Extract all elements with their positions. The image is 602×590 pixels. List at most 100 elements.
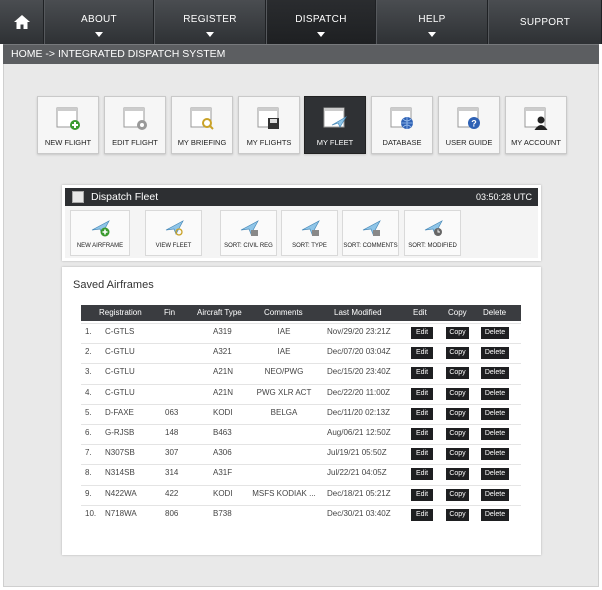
copy-button[interactable]: Copy (446, 407, 469, 420)
tile-label: DATABASE (382, 138, 422, 147)
fleet-plane-icon (323, 107, 347, 128)
tile-edit-flight[interactable]: EDIT FLIGHT (104, 96, 166, 154)
view-fleet-button[interactable]: VIEW FLEET (145, 210, 202, 256)
last-modified-cell: Dec/18/21 05:21Z (327, 488, 391, 498)
last-modified-cell: Aug/06/21 12:50Z (327, 428, 391, 437)
tile-label: EDIT FLIGHT (112, 138, 158, 147)
save-disk-icon (257, 107, 279, 129)
edit-button[interactable]: Edit (411, 347, 433, 360)
table-row: 10. N718WA 806 B738 Dec/30/21 03:40Z Edit Copy… (81, 504, 521, 523)
panel-title: Dispatch Fleet (91, 191, 159, 203)
nav-help[interactable]: HELP (376, 0, 488, 44)
tile-label: USER GUIDE (445, 138, 493, 147)
aircraft-type-cell: KODI (213, 407, 233, 417)
delete-button[interactable]: Delete (481, 448, 509, 461)
aircraft-type-cell: A306 (213, 448, 232, 458)
copy-button[interactable]: Copy (446, 367, 469, 380)
sort-comments-button[interactable]: SORT: COMMENTS (342, 210, 399, 256)
table-row: 7. N307SB 307 A306 Jul/19/21 05:50Z Edit Copy D… (81, 444, 521, 463)
copy-button[interactable]: Copy (446, 448, 469, 461)
edit-button[interactable]: Edit (411, 407, 433, 420)
row-number: 4. (85, 387, 92, 397)
tile-my-briefing[interactable]: MY BRIEFING (171, 96, 233, 154)
edit-button[interactable]: Edit (411, 428, 433, 440)
copy-button[interactable]: Copy (446, 387, 469, 400)
edit-button[interactable]: Edit (411, 508, 433, 521)
table-header: Registration Fin Aircraft Type Comments … (81, 305, 521, 321)
edit-button[interactable]: Edit (411, 448, 433, 461)
aircraft-type-cell: KODI (213, 488, 233, 498)
last-modified-cell: Dec/07/20 03:04Z (327, 347, 391, 357)
delete-button[interactable]: Delete (481, 347, 509, 360)
registration-cell: C-GTLU (105, 367, 135, 377)
copy-button[interactable]: Copy (446, 327, 469, 339)
nav-support[interactable]: SUPPORT (488, 0, 602, 44)
row-number: 9. (85, 488, 92, 498)
button-label: SORT: MODIFIED (408, 243, 457, 249)
edit-button[interactable]: Edit (411, 327, 433, 339)
delete-button[interactable]: Delete (481, 488, 509, 501)
tile-my-account[interactable]: MY ACCOUNT (505, 96, 567, 154)
col-last-modified: Last Modified (334, 308, 382, 317)
table-row: 4. C-GTLU A21N PWG XLR ACT Dec/22/20 11:00Z E… (81, 383, 521, 402)
copy-button[interactable]: Copy (446, 428, 469, 440)
last-modified-cell: Jul/22/21 04:05Z (327, 468, 387, 478)
button-label: NEW AIRFRAME (76, 243, 124, 249)
copy-button[interactable]: Copy (446, 347, 469, 360)
sort-modified-icon (424, 220, 443, 236)
fin-cell: 806 (165, 508, 179, 518)
edit-button[interactable]: Edit (411, 367, 433, 380)
nav-register[interactable]: REGISTER (154, 0, 266, 44)
copy-button[interactable]: Copy (446, 508, 469, 521)
row-number: 6. (85, 428, 92, 437)
nav-about[interactable]: ABOUT (44, 0, 154, 44)
tile-my-flights[interactable]: MY FLIGHTS (238, 96, 300, 154)
registration-cell: D-FAXE (105, 407, 134, 417)
tile-my-fleet[interactable]: MY FLEET (304, 96, 366, 154)
home-button[interactable] (0, 0, 44, 44)
col-fin: Fin (164, 308, 176, 317)
delete-button[interactable]: Delete (481, 428, 509, 440)
tile-user-guide[interactable]: ? USER GUIDE (438, 96, 500, 154)
chevron-down-icon (317, 32, 325, 37)
aircraft-type-cell: B463 (213, 428, 232, 437)
button-label: SORT: TYPE (292, 243, 327, 249)
tile-database[interactable]: DATABASE (371, 96, 433, 154)
copy-button[interactable]: Copy (446, 488, 469, 501)
delete-button[interactable]: Delete (481, 407, 509, 420)
col-copy: Copy (448, 308, 467, 317)
table-row: 8. N314SB 314 A31F Jul/22/21 04:05Z Edit Copy D… (81, 464, 521, 483)
tile-new-flight[interactable]: NEW FLIGHT (37, 96, 99, 154)
new-airframe-button[interactable]: NEW AIRFRAME (70, 210, 130, 256)
fin-cell: 063 (165, 407, 179, 417)
edit-button[interactable]: Edit (411, 468, 433, 481)
last-modified-cell: Nov/29/20 23:21Z (327, 327, 391, 336)
registration-cell: N314SB (105, 468, 135, 478)
aircraft-type-cell: B738 (213, 508, 232, 518)
copy-button[interactable]: Copy (446, 468, 469, 481)
breadcrumb-bar: HOME -> INTEGRATED DISPATCH SYSTEM (3, 44, 599, 64)
sort-modified-button[interactable]: SORT: MODIFIED (404, 210, 461, 256)
delete-button[interactable]: Delete (481, 327, 509, 339)
tile-label: MY FLIGHTS (246, 138, 292, 147)
button-label: SORT: CIVIL REG (224, 243, 273, 249)
edit-button[interactable]: Edit (411, 387, 433, 400)
aircraft-type-cell: A319 (213, 327, 232, 336)
delete-button[interactable]: Delete (481, 468, 509, 481)
table-row: 3. C-GTLU A21N NEO/PWG Dec/15/20 23:40Z Edit C… (81, 363, 521, 382)
tile-label: MY ACCOUNT (511, 138, 561, 147)
sort-type-button[interactable]: SORT: TYPE (281, 210, 338, 256)
edit-button[interactable]: Edit (411, 488, 433, 501)
sort-civil-reg-button[interactable]: SORT: CIVIL REG (220, 210, 277, 256)
utc-clock: 03:50:28 UTC (475, 192, 532, 202)
delete-button[interactable]: Delete (481, 367, 509, 380)
chevron-down-icon (428, 32, 436, 37)
svg-text:?: ? (471, 119, 477, 129)
tile-label: NEW FLIGHT (44, 138, 92, 147)
nav-dispatch[interactable]: DISPATCH (266, 0, 376, 44)
delete-button[interactable]: Delete (481, 508, 509, 521)
aircraft-type-cell: A21N (213, 367, 234, 377)
registration-cell: C-GTLU (105, 387, 135, 397)
col-aircraft-type: Aircraft Type (197, 308, 242, 317)
delete-button[interactable]: Delete (481, 387, 509, 400)
